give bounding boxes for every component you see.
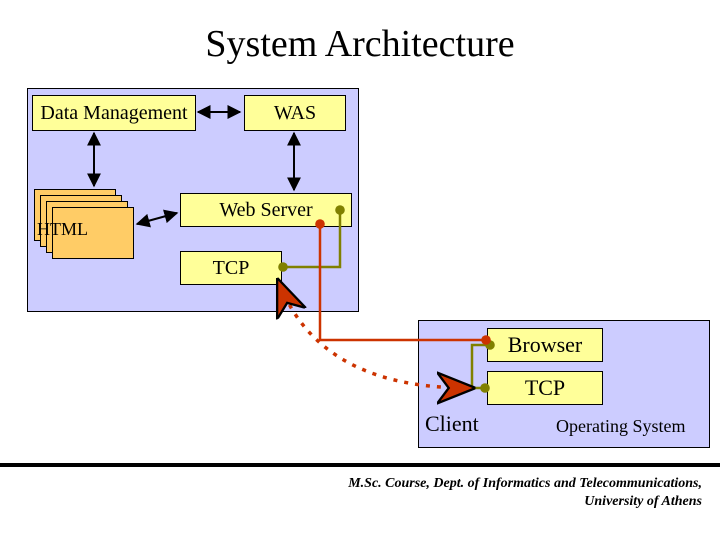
was-label: WAS: [274, 102, 316, 125]
web-server-box: Web Server: [180, 193, 352, 227]
footer-text: M.Sc. Course, Dept. of Informatics and T…: [348, 475, 702, 510]
client-tcp-box: TCP: [487, 371, 603, 405]
html-stack-label: HTML: [37, 219, 88, 240]
server-tcp-box: TCP: [180, 251, 282, 285]
browser-label: Browser: [508, 332, 583, 358]
data-management-box: Data Management: [32, 95, 196, 131]
data-management-label: Data Management: [40, 102, 187, 125]
footer-line2: University of Athens: [348, 493, 702, 511]
browser-box: Browser: [487, 328, 603, 362]
web-server-label: Web Server: [219, 199, 312, 222]
footer-divider: [0, 463, 720, 467]
was-box: WAS: [244, 95, 346, 131]
server-tcp-label: TCP: [213, 257, 250, 280]
operating-system-label: Operating System: [556, 416, 685, 437]
client-label: Client: [425, 411, 479, 437]
footer-line1: M.Sc. Course, Dept. of Informatics and T…: [348, 475, 702, 493]
client-tcp-label: TCP: [525, 375, 565, 401]
page-title: System Architecture: [0, 22, 720, 66]
